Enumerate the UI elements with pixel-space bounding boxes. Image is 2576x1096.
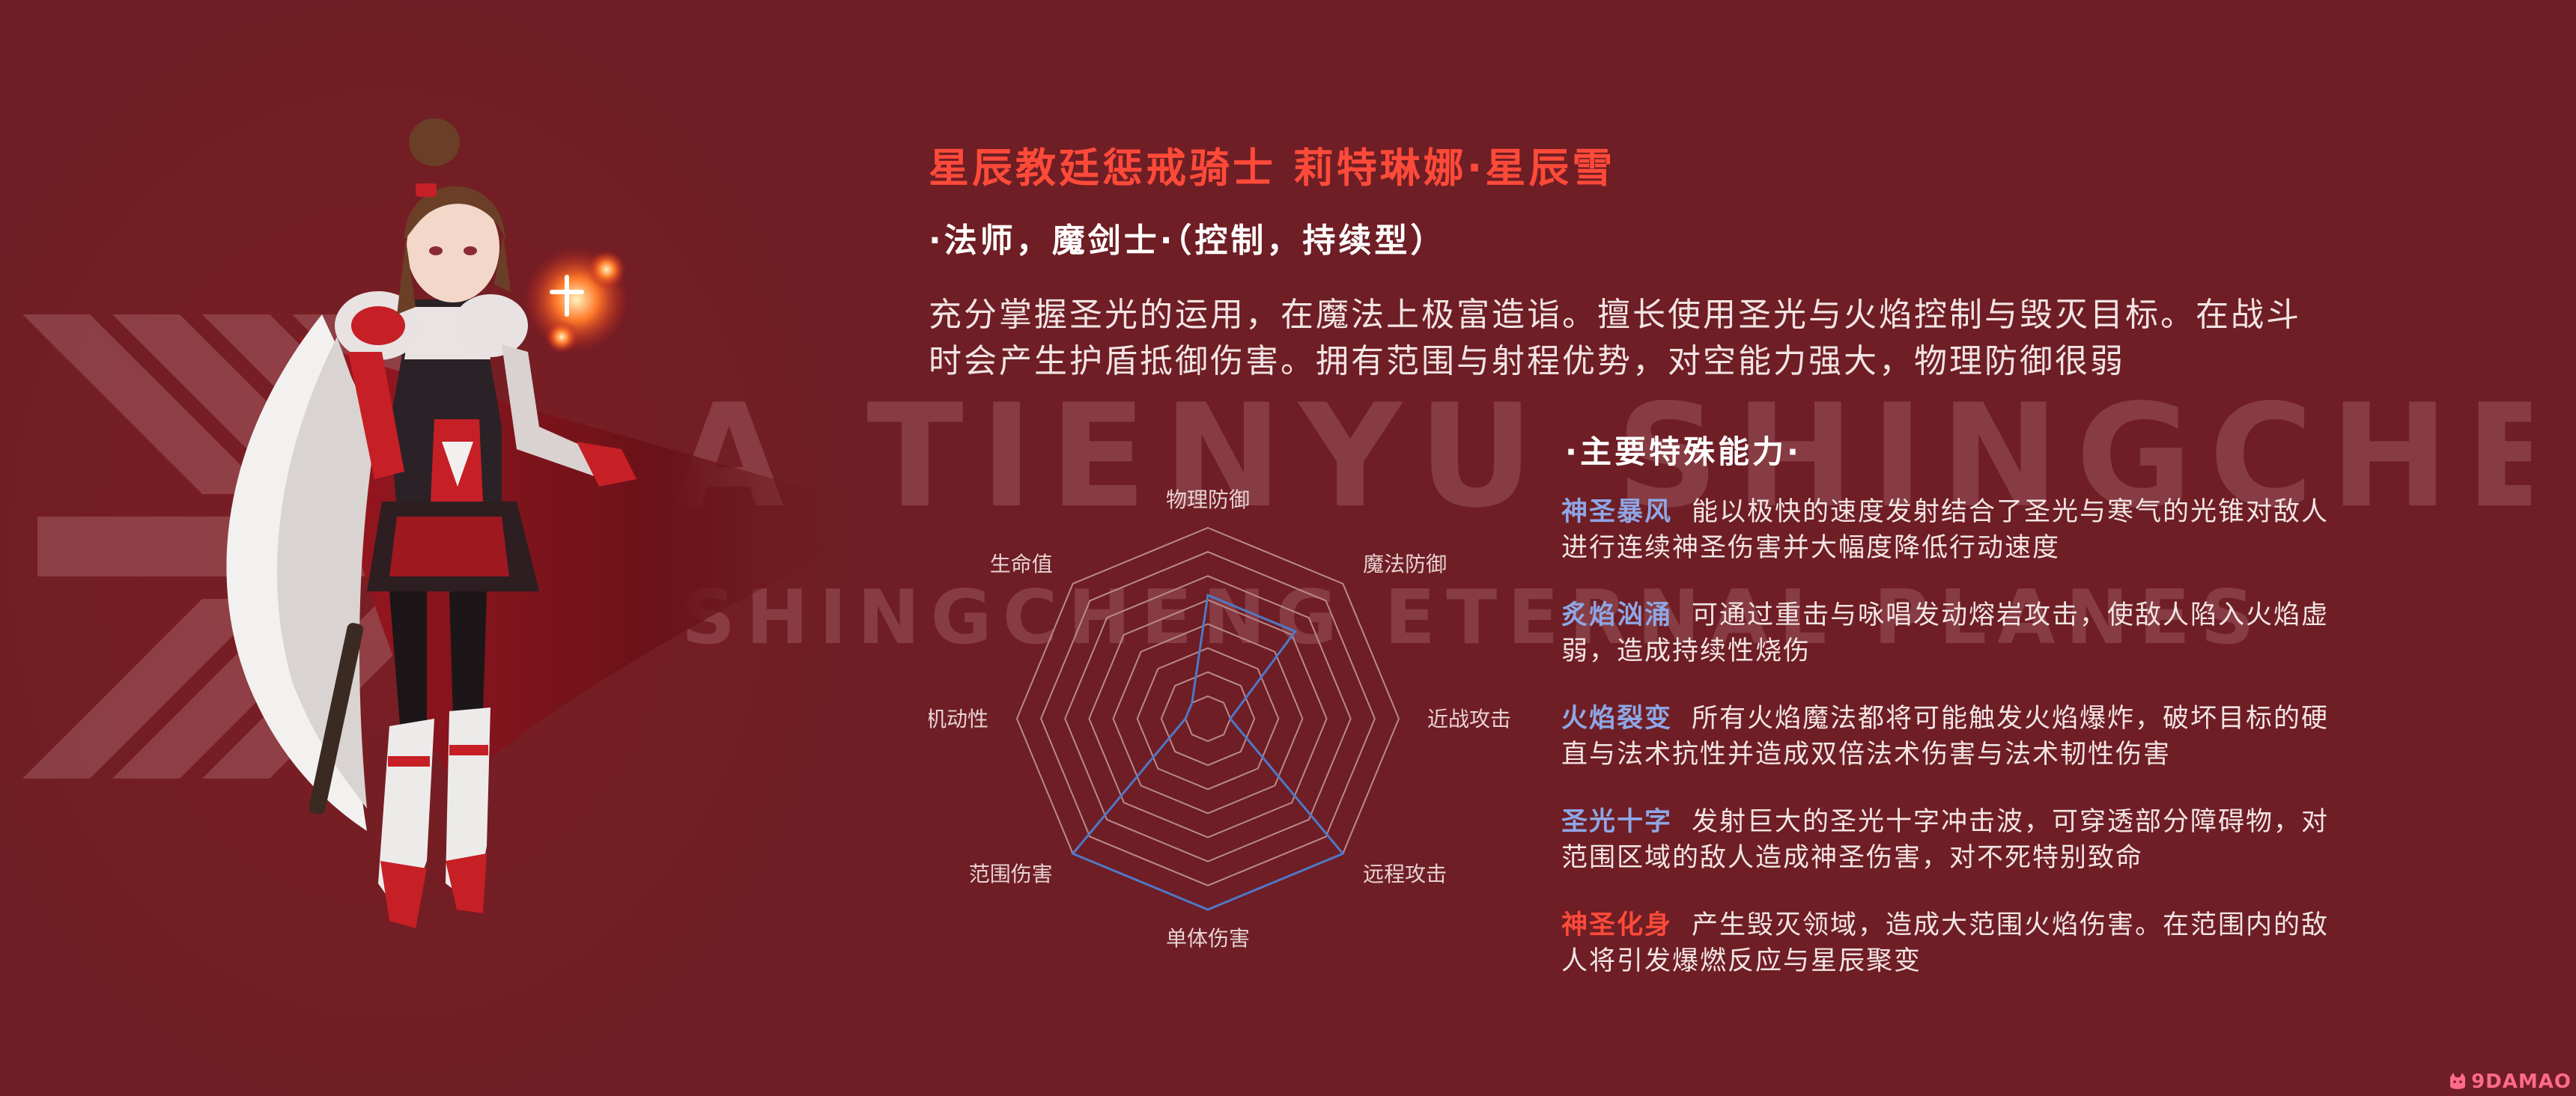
ability-text: 能以极快的速度发射结合了圣光与寒气的光锥对敌人 xyxy=(1692,497,2330,527)
abilities-heading: ·主要特殊能力· xyxy=(1565,433,1802,470)
ability-text: 直与法术抗性并造成双倍法术伤害与法术韧性伤害 xyxy=(1561,740,2172,770)
brand-logo: 9DAMAO xyxy=(2447,1071,2572,1093)
radar-axis-label: 物理防御 xyxy=(1166,487,1250,512)
radar-axis-label: 远程攻击 xyxy=(1363,862,1447,886)
radar-axis-label: 近战攻击 xyxy=(1427,707,1511,731)
description-line: 充分掌握圣光的运用，在魔法上极富造诣。擅长使用圣光与火焰控制与毁灭目标。在战斗 xyxy=(929,296,2301,334)
ability-name: 炙焰汹涌 xyxy=(1561,600,1673,630)
ability-line: 圣光十字 发射巨大的圣光十字冲击波，可穿透部分障碍物，对 xyxy=(1561,804,2400,840)
ability-line: 神圣暴风 能以极快的速度发射结合了圣光与寒气的光锥对敌人 xyxy=(1561,494,2400,530)
ability-name: 火焰裂变 xyxy=(1561,704,1673,734)
character-illustration xyxy=(226,118,899,928)
radar-axis-label: 单体伤害 xyxy=(1166,926,1250,951)
ability-text: 人将引发爆燃反应与星辰聚变 xyxy=(1561,946,1922,976)
character-title: 星辰教廷惩戒骑士 莉特琳娜·星辰雪 xyxy=(929,144,1616,192)
ability-text: 可通过重击与咏唱发动熔岩攻击，使敌人陷入火焰虚 xyxy=(1692,600,2330,630)
ability-item: 火焰裂变 所有火焰魔法都将可能触发火焰爆炸，破坏目标的硬 直与法术抗性并造成双倍法… xyxy=(1561,701,2400,773)
radar-ring xyxy=(1112,623,1304,815)
ability-name: 神圣化身 xyxy=(1561,910,1673,940)
ability-line: 炙焰汹涌 可通过重击与咏唱发动熔岩攻击，使敌人陷入火焰虚 xyxy=(1561,597,2400,633)
radar-axis-label: 生命值 xyxy=(990,552,1053,576)
ability-text: 发射巨大的圣光十字冲击波，可穿透部分障碍物，对 xyxy=(1692,807,2330,837)
ability-text: 范围区域的敌人造成神圣伤害，对不死特别致命 xyxy=(1561,843,2144,873)
ability-line: 神圣化身 产生毁灭领域，造成大范围火焰伤害。在范围内的敌 xyxy=(1561,907,2400,943)
ability-item: 神圣暴风 能以极快的速度发射结合了圣光与寒气的光锥对敌人 进行连续神圣伤害并大幅度… xyxy=(1561,494,2400,566)
ability-line: 火焰裂变 所有火焰魔法都将可能触发火焰爆炸，破坏目标的硬 xyxy=(1561,701,2400,737)
cat-icon xyxy=(2450,1073,2466,1089)
radar-axis-label: 范围伤害 xyxy=(969,862,1053,886)
radar-axis-label: 机动性 xyxy=(929,707,988,731)
ability-item: 炙焰汹涌 可通过重击与咏唱发动熔岩攻击，使敌人陷入火焰虚 弱，造成持续性烧伤 xyxy=(1561,597,2400,669)
ability-text: 弱，造成持续性烧伤 xyxy=(1561,636,1811,666)
ability-item-ultimate: 神圣化身 产生毁灭领域，造成大范围火焰伤害。在范围内的敌 人将引发爆燃反应与星辰聚… xyxy=(1561,907,2400,979)
ability-item: 圣光十字 发射巨大的圣光十字冲击波，可穿透部分障碍物，对 范围区域的敌人造成神圣伤… xyxy=(1561,804,2400,876)
ability-text: 进行连续神圣伤害并大幅度降低行动速度 xyxy=(1561,533,2061,563)
radar-axis-label: 魔法防御 xyxy=(1363,552,1447,576)
description-line: 时会产生护盾抵御伤害。拥有范围与射程优势，对空能力强大，物理防御很弱 xyxy=(929,342,2125,380)
ability-text: 产生毁灭领域，造成大范围火焰伤害。在范围内的敌 xyxy=(1692,910,2330,940)
attribute-radar-chart: 物理防御魔法防御近战攻击远程攻击单体伤害 范围伤害 机动性 生命值 xyxy=(929,487,1511,951)
radar-ring xyxy=(1064,575,1352,862)
ability-text: 所有火焰魔法都将可能触发火焰爆炸，破坏目标的硬 xyxy=(1692,704,2330,734)
ability-name: 圣光十字 xyxy=(1561,807,1673,837)
character-description: 充分掌握圣光的运用，在魔法上极富造诣。擅长使用圣光与火焰控制与毁灭目标。在战斗 … xyxy=(929,292,2426,385)
logo-text: 9DAMAO xyxy=(2471,1071,2572,1093)
radar-ring xyxy=(1160,671,1256,767)
radar-value-polygon xyxy=(1071,593,1345,911)
character-class: ·法师，魔剑士·（控制，持续型） xyxy=(929,222,1447,260)
radar-ring xyxy=(1136,647,1280,791)
ability-name: 神圣暴风 xyxy=(1561,497,1673,527)
